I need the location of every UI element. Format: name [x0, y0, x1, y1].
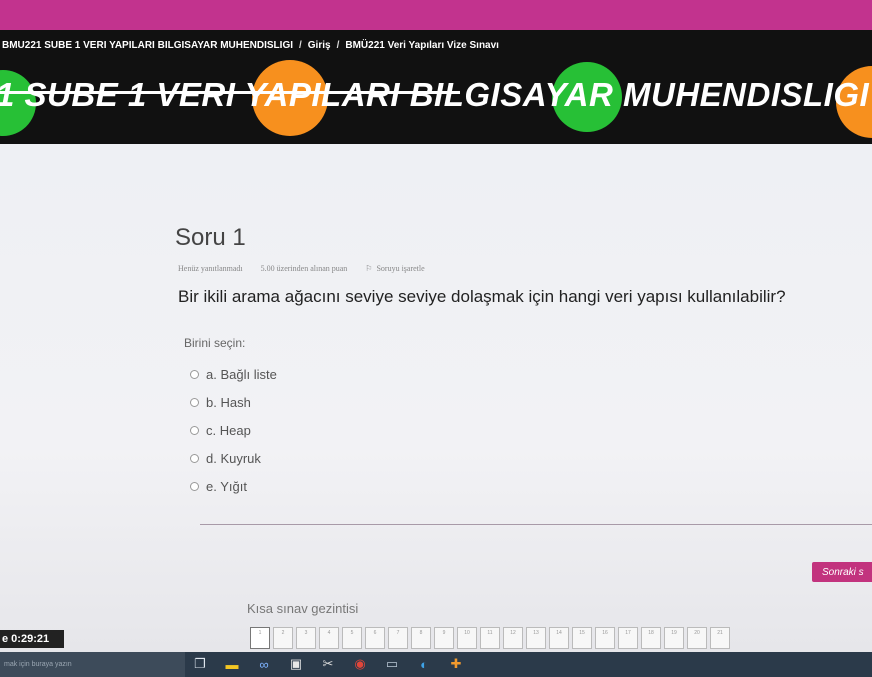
flag-question-label: Soruyu işaretle	[376, 264, 425, 273]
quiz-nav-page-button[interactable]: 7	[388, 627, 408, 649]
course-banner: 1 SUBE 1 VERI YAPILARI BILGISAYAR MUHEND…	[0, 60, 872, 144]
quiz-nav-page-button[interactable]: 20	[687, 627, 707, 649]
top-header-strip	[0, 0, 872, 30]
quiz-nav-page-button[interactable]: 9	[434, 627, 454, 649]
quiz-nav-page-button[interactable]: 10	[457, 627, 477, 649]
breadcrumb-quiz[interactable]: BMÜ221 Veri Yapıları Vize Sınavı	[345, 40, 499, 51]
banner-strike-line	[0, 91, 460, 94]
quiz-nav-page-button[interactable]: 19	[664, 627, 684, 649]
answer-option-c[interactable]: c. Heap	[190, 416, 277, 444]
quiz-nav-page-button[interactable]: 1	[250, 627, 270, 649]
quiz-nav-page-button[interactable]: 14	[549, 627, 569, 649]
question-points: 5.00 üzerinden alınan puan	[260, 264, 348, 273]
breadcrumb-home[interactable]: Giriş	[308, 40, 331, 51]
quiz-nav-page-button[interactable]: 8	[411, 627, 431, 649]
media-icon[interactable]: ▬	[222, 655, 242, 673]
answer-option-label: a. Bağlı liste	[206, 366, 277, 382]
taskbar: mak için buraya yazın ❐ ▬ ∞ ▣ ✂ ◉ ▭ ◐ ✚	[0, 652, 872, 677]
radio-button[interactable]	[190, 397, 199, 407]
taskbar-search-input[interactable]: mak için buraya yazın	[0, 652, 185, 677]
edge-icon[interactable]: ◐	[414, 655, 434, 673]
taskbar-icons: ❐ ▬ ∞ ▣ ✂ ◉ ▭ ◐ ✚	[190, 655, 466, 673]
divider	[200, 524, 872, 525]
quiz-nav-page-button[interactable]: 21	[710, 627, 730, 649]
quiz-navigation-grid: 1 2 3 4 5 6 7 8 9 10 11 12 13 14 15 16 17 18 19 20 21	[250, 627, 730, 649]
chrome-icon[interactable]: ◉	[350, 655, 370, 673]
breadcrumb: BMU221 SUBE 1 VERI YAPILARI BILGISAYAR M…	[0, 30, 872, 60]
answer-option-label: e. Yığıt	[206, 478, 247, 494]
question-status: Henüz yanıtlanmadı	[178, 264, 243, 273]
flag-question-link[interactable]: ⚐ Soruyu işaretle	[365, 264, 424, 273]
answer-option-d[interactable]: d. Kuyruk	[190, 444, 277, 472]
quiz-navigation-title: Kısa sınav gezintisi	[247, 601, 359, 616]
answer-option-b[interactable]: b. Hash	[190, 388, 277, 416]
answer-options: a. Bağlı liste b. Hash c. Heap d. Kuyruk…	[190, 360, 277, 500]
answer-option-a[interactable]: a. Bağlı liste	[190, 360, 277, 388]
store-icon[interactable]: ▣	[286, 655, 306, 673]
question-info: Henüz yanıtlanmadı 5.00 üzerinden alınan…	[178, 264, 425, 273]
quiz-nav-page-button[interactable]: 2	[273, 627, 293, 649]
answer-prompt: Birini seçin:	[184, 336, 246, 350]
quiz-nav-page-button[interactable]: 11	[480, 627, 500, 649]
quiz-nav-page-button[interactable]: 18	[641, 627, 661, 649]
quiz-timer: e 0:29:21	[0, 630, 64, 648]
folder-icon[interactable]: ▭	[382, 655, 402, 673]
answer-option-label: b. Hash	[206, 394, 251, 410]
question-title: Soru 1	[175, 224, 246, 251]
quiz-nav-page-button[interactable]: 5	[342, 627, 362, 649]
radio-button[interactable]	[190, 481, 199, 491]
question-text: Bir ikili arama ağacını seviye seviye do…	[178, 287, 786, 306]
quiz-nav-page-button[interactable]: 13	[526, 627, 546, 649]
radio-button[interactable]	[190, 425, 199, 435]
app-icon[interactable]: ✂	[318, 655, 338, 673]
quiz-nav-page-button[interactable]: 3	[296, 627, 316, 649]
quiz-nav-page-button[interactable]: 6	[365, 627, 385, 649]
next-page-button[interactable]: Sonraki s	[812, 562, 872, 582]
quiz-nav-page-button[interactable]: 16	[595, 627, 615, 649]
flag-icon: ⚐	[365, 264, 373, 273]
radio-button[interactable]	[190, 453, 199, 463]
quiz-nav-page-button[interactable]: 17	[618, 627, 638, 649]
settings-icon[interactable]: ✚	[446, 655, 466, 673]
breadcrumb-separator: /	[336, 39, 340, 51]
answer-option-label: d. Kuyruk	[206, 450, 261, 466]
quiz-nav-page-button[interactable]: 15	[572, 627, 592, 649]
quiz-nav-page-button[interactable]: 12	[503, 627, 523, 649]
breadcrumb-separator: /	[299, 39, 302, 51]
banner-title: 1 SUBE 1 VERI YAPILARI BILGISAYAR MUHEND…	[0, 76, 870, 113]
quiz-nav-page-button[interactable]: 4	[319, 627, 339, 649]
quiz-content: Soru 1 Henüz yanıtlanmadı 5.00 üzerinden…	[0, 144, 872, 652]
radio-button[interactable]	[190, 369, 199, 379]
link-icon[interactable]: ∞	[254, 655, 274, 673]
answer-option-label: c. Heap	[206, 422, 251, 438]
breadcrumb-course[interactable]: BMU221 SUBE 1 VERI YAPILARI BILGISAYAR M…	[2, 40, 293, 51]
answer-option-e[interactable]: e. Yığıt	[190, 472, 277, 500]
task-view-icon[interactable]: ❐	[190, 655, 210, 673]
